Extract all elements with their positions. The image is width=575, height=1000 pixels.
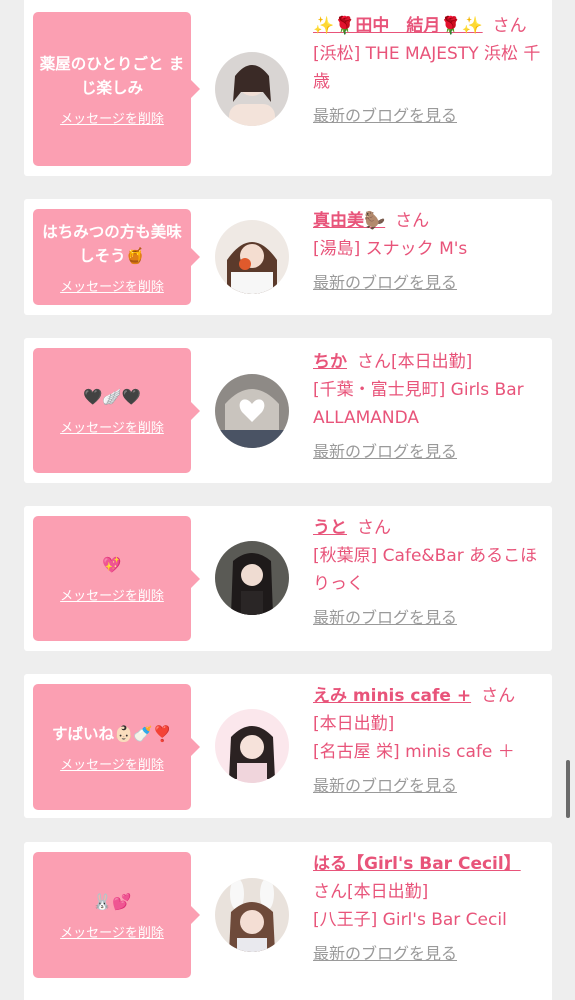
message-bubble: 🖤🪽🖤 メッセージを削除 — [33, 348, 200, 473]
cast-name-link[interactable]: ちか — [313, 352, 347, 372]
message-bubble: 薬屋のひとりごと まじ楽しみ メッセージを削除 — [33, 12, 200, 166]
avatar[interactable] — [215, 220, 289, 294]
shop-name: [八王子] Girl's Bar Cecil — [313, 910, 507, 930]
avatar[interactable] — [215, 52, 289, 126]
message-text: 💖 — [102, 556, 122, 574]
message-text: すばいね👶🏻🍼❣️ — [52, 724, 172, 743]
message-text: 薬屋のひとりごと まじ楽しみ — [39, 54, 185, 97]
cast-info: えみ minis cafe + さん [本日出勤] [名古屋 栄] minis c… — [313, 682, 545, 800]
honorific: さん — [481, 686, 516, 706]
shop-name: [千葉・富士見町] Girls Bar ALLAMANDA — [313, 380, 524, 428]
honorific: さん — [395, 211, 430, 231]
message-card: 🖤🪽🖤 メッセージを削除 ちか さん[本日出勤] [千葉・富士見町] Girls … — [24, 338, 552, 483]
cast-name-link[interactable]: うと — [313, 518, 347, 538]
status-badge: [本日出勤] — [391, 352, 473, 372]
message-card: 💖 メッセージを削除 うと さん [秋葉原] Cafe&Bar あるこほりっく 最… — [24, 506, 552, 651]
message-bubble: 💖 メッセージを削除 — [33, 516, 200, 641]
latest-blog-link[interactable]: 最新のブログを見る — [313, 438, 545, 466]
cast-info: ✨🌹田中 結月🌹✨ さん [浜松] THE MAJESTY 浜松 千歳 最新のブロ… — [313, 12, 545, 130]
message-card: 薬屋のひとりごと まじ楽しみ メッセージを削除 ✨🌹田中 結月🌹✨ さん [浜松]… — [24, 0, 552, 176]
message-bubble: すばいね👶🏻🍼❣️ メッセージを削除 — [33, 684, 200, 810]
shop-name: [秋葉原] Cafe&Bar あるこほりっく — [313, 546, 538, 594]
cast-name-link[interactable]: えみ minis cafe + — [313, 686, 471, 706]
latest-blog-link[interactable]: 最新のブログを見る — [313, 772, 545, 800]
cast-info: 真由美🦫 さん [湯島] スナック M's 最新のブログを見る — [313, 207, 545, 297]
cast-info: ちか さん[本日出勤] [千葉・富士見町] Girls Bar ALLAMANDA… — [313, 348, 545, 466]
latest-blog-link[interactable]: 最新のブログを見る — [313, 102, 545, 130]
shop-name: [名古屋 栄] minis cafe ＋ — [313, 742, 515, 762]
delete-message-link[interactable]: メッセージを削除 — [60, 108, 164, 127]
status-badge: [本日出勤] — [313, 714, 395, 734]
message-bubble: 🐰💕 メッセージを削除 — [33, 852, 200, 978]
avatar[interactable] — [215, 878, 289, 952]
honorific: さん — [357, 518, 391, 538]
honorific: さん — [313, 882, 347, 902]
shop-name: [湯島] スナック M's — [313, 239, 468, 259]
cast-info: うと さん [秋葉原] Cafe&Bar あるこほりっく 最新のブログを見る — [313, 514, 545, 632]
cast-info: はる【Girl's Bar Cecil】 さん[本日出勤] [八王子] Girl… — [313, 850, 545, 968]
message-card: すばいね👶🏻🍼❣️ メッセージを削除 えみ minis cafe + さん [本日… — [24, 674, 552, 818]
message-bubble: はちみつの方も美味しそう🍯 メッセージを削除 — [33, 209, 200, 305]
message-text: 🖤🪽🖤 — [83, 388, 141, 406]
status-badge: [本日出勤] — [347, 882, 429, 902]
latest-blog-link[interactable]: 最新のブログを見る — [313, 604, 545, 632]
message-card: はちみつの方も美味しそう🍯 メッセージを削除 真由美🦫 さん [湯島] スナック … — [24, 199, 552, 315]
message-text: はちみつの方も美味しそう🍯 — [42, 222, 182, 265]
cast-name-link[interactable]: はる【Girl's Bar Cecil】 — [313, 854, 521, 874]
delete-message-link[interactable]: メッセージを削除 — [60, 754, 164, 773]
shop-name: [浜松] THE MAJESTY 浜松 千歳 — [313, 44, 541, 92]
avatar[interactable] — [215, 709, 289, 783]
delete-message-link[interactable]: メッセージを削除 — [60, 922, 164, 941]
avatar[interactable] — [215, 541, 289, 615]
latest-blog-link[interactable]: 最新のブログを見る — [313, 940, 545, 968]
cast-name-link[interactable]: ✨🌹田中 結月🌹✨ — [313, 16, 483, 36]
cast-name-link[interactable]: 真由美🦫 — [313, 211, 385, 231]
message-text: 🐰💕 — [92, 892, 132, 911]
honorific: さん — [492, 16, 527, 36]
delete-message-link[interactable]: メッセージを削除 — [60, 276, 164, 295]
avatar[interactable] — [215, 374, 289, 448]
honorific: さん — [357, 352, 391, 372]
delete-message-link[interactable]: メッセージを削除 — [60, 585, 164, 604]
scrollbar[interactable] — [566, 760, 570, 818]
latest-blog-link[interactable]: 最新のブログを見る — [313, 269, 545, 297]
message-card: 🐰💕 メッセージを削除 はる【Girl's Bar Cecil】 さん[本日出勤… — [24, 842, 552, 1000]
delete-message-link[interactable]: メッセージを削除 — [60, 417, 164, 436]
